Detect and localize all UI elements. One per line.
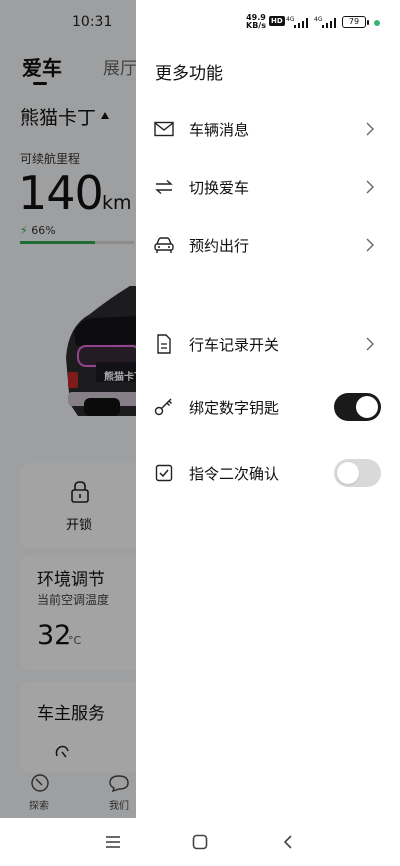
system-navigation-bar [0, 818, 400, 866]
key-icon [153, 396, 175, 418]
chevron-right-icon [366, 122, 374, 136]
menu-item-label: 预约出行 [189, 236, 250, 255]
menu-item-label: 车辆消息 [189, 120, 250, 139]
chevron-right-icon [366, 238, 374, 252]
checkbox-icon [153, 462, 175, 484]
network-speed: 49.9 KB/s [246, 14, 266, 30]
signal-icon: 4G [286, 16, 308, 28]
swap-arrows-icon [153, 176, 175, 198]
menu-item-label: 切换爱车 [189, 178, 250, 197]
menu-item-vehicle-messages[interactable]: 车辆消息 [136, 109, 400, 149]
mail-icon [153, 118, 175, 140]
network-type-2: 4G [314, 16, 323, 23]
privacy-dot [374, 20, 380, 26]
chevron-right-icon [366, 337, 374, 351]
menu-item-schedule-trip[interactable]: 预约出行 [136, 225, 400, 265]
toggle-knob [356, 396, 378, 418]
command-confirmation-toggle[interactable] [334, 459, 381, 487]
menu-item-label: 绑定数字钥匙 [189, 398, 280, 417]
drawer-scrim[interactable] [0, 0, 136, 818]
drawer-title: 更多功能 [155, 64, 223, 84]
document-icon [153, 333, 175, 355]
menu-icon[interactable] [103, 832, 123, 852]
menu-item-dashcam-switch[interactable]: 行车记录开关 [136, 324, 400, 364]
network-type-1: 4G [286, 16, 295, 23]
toggle-knob [337, 462, 359, 484]
hd-badge: HD [269, 16, 285, 26]
status-bar: 49.9 KB/s HD 4G 4G 79 [136, 12, 400, 32]
menu-item-command-confirmation: 指令二次确认 [136, 453, 400, 493]
network-speed-unit: KB/s [246, 21, 266, 30]
menu-item-bind-digital-key: 绑定数字钥匙 [136, 387, 400, 427]
menu-item-label: 行车记录开关 [189, 335, 280, 354]
signal-icon-2: 4G [314, 16, 336, 28]
battery-icon: 79 [342, 16, 369, 28]
menu-item-switch-car[interactable]: 切换爱车 [136, 167, 400, 207]
chevron-right-icon [366, 180, 374, 194]
car-icon [153, 234, 175, 256]
menu-item-label: 指令二次确认 [189, 464, 280, 483]
digital-key-toggle[interactable] [334, 393, 381, 421]
back-icon[interactable] [278, 832, 298, 852]
home-icon[interactable] [190, 832, 210, 852]
more-functions-drawer: 49.9 KB/s HD 4G 4G 79 更多功能 车辆消息 切换爱车 预约出… [136, 0, 400, 818]
